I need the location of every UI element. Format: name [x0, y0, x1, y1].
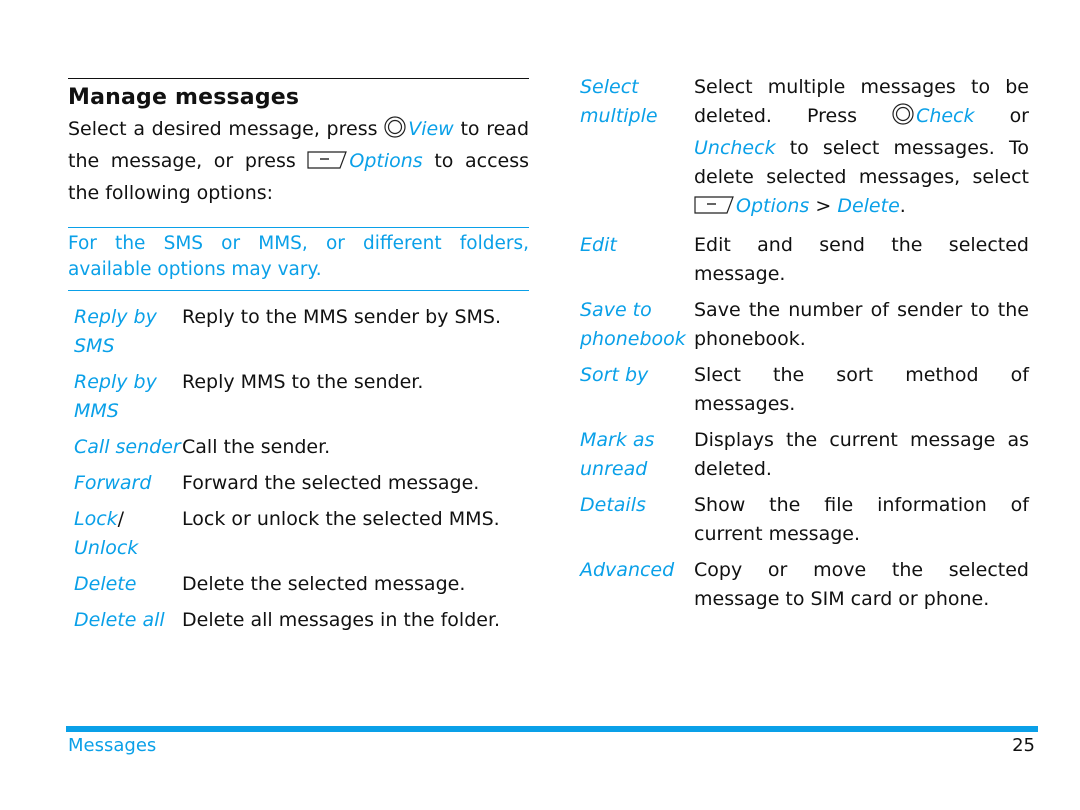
option-description: Edit and send the selected message.	[694, 234, 1029, 285]
option-description: Slect the sort method of messages.	[694, 364, 1029, 415]
softkey-icon	[307, 150, 348, 179]
option-row: Forward Forward the selected message.	[68, 469, 529, 498]
intro-paragraph: Select a desired message, press View to …	[68, 116, 530, 204]
nav-key-icon	[892, 103, 914, 134]
option-name: Reply by MMS	[74, 371, 157, 422]
option-description: Show the file information of current mes…	[694, 494, 1029, 545]
footer-rule	[66, 726, 1038, 732]
option-name: Select multiple	[580, 76, 658, 127]
view-keyword: View	[408, 118, 454, 140]
check-keyword: Check	[916, 105, 975, 127]
option-name: Details	[580, 494, 646, 516]
delete-keyword: Delete	[837, 195, 900, 217]
option-row: Mark as unread Displays the current mess…	[580, 426, 1029, 484]
option-name: Edit	[580, 234, 617, 256]
option-row: Reply by MMS Reply MMS to the sender.	[68, 368, 529, 426]
option-name: Delete all	[74, 609, 165, 631]
option-name: Sort by	[580, 364, 649, 386]
option-name: Mark as unread	[580, 429, 655, 480]
option-row: Details Show the file information of cur…	[580, 491, 1029, 549]
option-description: Call the sender.	[182, 436, 331, 458]
option-description: Select multiple messages to be deleted. …	[694, 73, 1029, 224]
note-line-1: For the SMS or MMS, or different folders…	[68, 233, 529, 254]
options-keyword: Options	[736, 195, 810, 217]
option-description: Reply MMS to the sender.	[182, 371, 424, 393]
option-description: Save the number of sender to the phonebo…	[694, 299, 1029, 350]
option-name: Call sender	[74, 436, 181, 458]
footer-chapter: Messages	[68, 735, 157, 756]
option-row: Delete all Delete all messages in the fo…	[68, 606, 529, 635]
option-row: Sort by Slect the sort method of message…	[580, 361, 1029, 419]
option-row: Delete Delete the selected message.	[68, 570, 529, 599]
option-description: Delete the selected message.	[182, 573, 466, 595]
nav-key-icon	[384, 116, 406, 147]
option-row: Advanced Copy or move the selected messa…	[580, 556, 1029, 614]
section-top-rule	[68, 78, 529, 79]
left-column: Manage messages Select a desired message…	[68, 78, 529, 642]
option-name: Lock/Unlock	[74, 508, 139, 559]
option-description: Displays the current message as deleted.	[694, 429, 1029, 480]
note-line-2: available options may vary.	[68, 259, 322, 280]
option-name: Reply by SMS	[74, 306, 157, 357]
option-row: Reply by SMS Reply to the MMS sender by …	[68, 303, 529, 361]
option-name: Forward	[74, 472, 152, 494]
option-row: Edit Edit and send the selected message.	[580, 231, 1029, 289]
softkey-icon	[694, 195, 734, 224]
option-description: Copy or move the selected message to SIM…	[694, 559, 1029, 610]
option-description: Lock or unlock the selected MMS.	[182, 508, 500, 530]
uncheck-keyword: Uncheck	[694, 137, 776, 159]
option-description: Forward the selected message.	[182, 472, 480, 494]
note-box: For the SMS or MMS, or different folders…	[68, 227, 529, 291]
section-title: Manage messages	[68, 85, 300, 110]
option-name: Save to phonebook	[580, 299, 686, 350]
option-name: Advanced	[580, 559, 675, 581]
options-keyword: Options	[349, 150, 423, 172]
option-row: Lock/Unlock Lock or unlock the selected …	[68, 505, 529, 563]
left-option-list: Reply by SMS Reply to the MMS sender by …	[68, 303, 529, 635]
option-row: Call sender Call the sender.	[68, 433, 529, 462]
page-number: 25	[1012, 735, 1035, 756]
option-row: Select multiple Select multiple messages…	[580, 73, 1029, 224]
option-description: Reply to the MMS sender by SMS.	[182, 306, 502, 328]
right-column: Select multiple Select multiple messages…	[580, 73, 1029, 621]
option-row: Save to phonebook Save the number of sen…	[580, 296, 1029, 354]
option-name: Delete	[74, 573, 137, 595]
option-description: Delete all messages in the folder.	[182, 609, 501, 631]
